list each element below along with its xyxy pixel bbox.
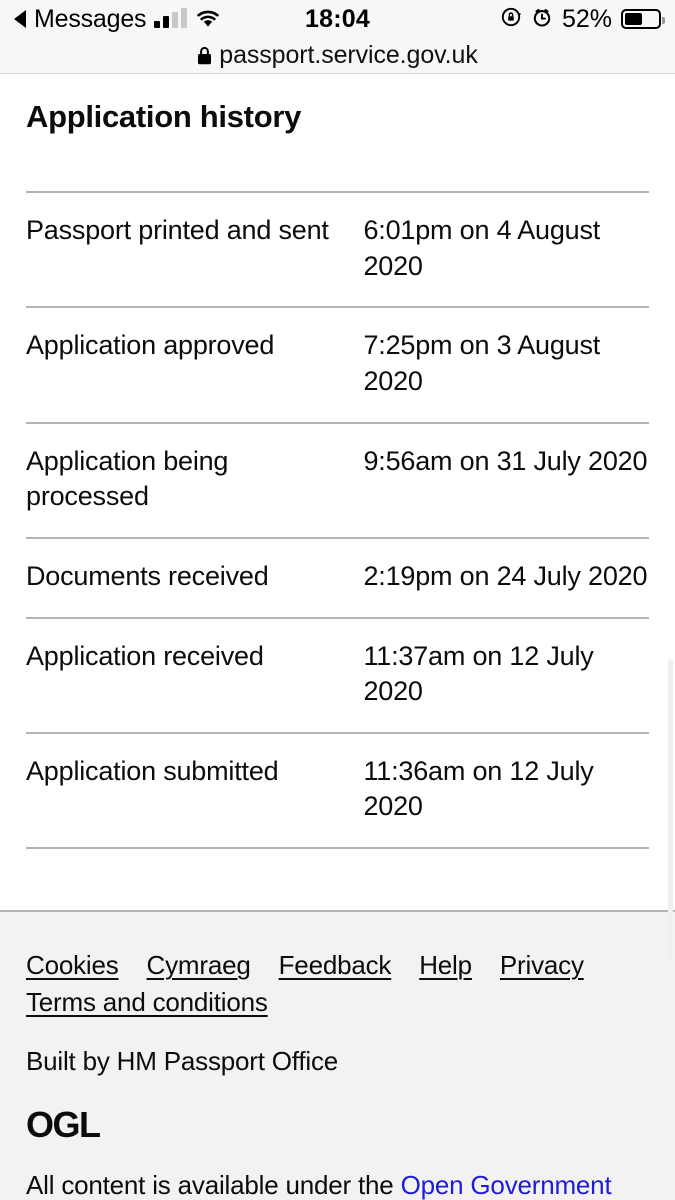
built-by-label: Built by HM Passport Office — [26, 1046, 339, 1076]
table-row: Application approved 7:25pm on 3 August … — [26, 306, 649, 423]
footer-link-help[interactable]: Help — [419, 950, 472, 981]
history-event-label: Passport printed and sent — [26, 215, 329, 246]
licence-text: All content is available under the Open … — [26, 1169, 649, 1200]
history-event-label: Application received — [26, 616, 364, 733]
page-scroll-area[interactable]: Application history Passport printed and… — [0, 74, 675, 1200]
footer-links: Cookies Cymraeg Feedback Help Privacy Te… — [26, 950, 586, 1018]
back-triangle-icon[interactable] — [14, 10, 26, 28]
footer-link-terms-and-conditions[interactable]: Terms and conditions — [26, 987, 268, 1018]
footer-link-privacy[interactable]: Privacy — [500, 950, 584, 981]
table-row: Passport printed and sent 6:01pm on 4 Au… — [26, 192, 649, 307]
battery-percent-label: 52% — [561, 4, 612, 33]
history-event-time: 6:01pm on 4 August 2020 — [363, 215, 601, 281]
history-event-time: 7:25pm on 3 August 2020 — [363, 306, 649, 423]
open-government-licence-link[interactable]: Open Government — [401, 1170, 612, 1200]
application-history-table: Passport printed and sent 6:01pm on 4 Au… — [26, 191, 649, 850]
rotation-lock-icon — [500, 6, 522, 33]
phone-status-bar: Messages 18:04 52% — [0, 0, 675, 38]
table-row: Application submitted 11:36am on 12 July… — [26, 731, 649, 849]
cellular-signal-icon — [154, 8, 188, 28]
table-row: Application received 11:37am on 12 July … — [26, 616, 649, 733]
wifi-icon — [195, 9, 221, 29]
site-footer: Cookies Cymraeg Feedback Help Privacy Te… — [0, 910, 675, 1200]
page-title: Application history — [26, 99, 302, 134]
footer-link-feedback[interactable]: Feedback — [279, 950, 392, 981]
lock-icon — [197, 46, 212, 65]
history-event-time: 11:36am on 12 July 2020 — [363, 731, 649, 849]
history-event-label: Application being processed — [26, 421, 364, 538]
history-event-time: 9:56am on 31 July 2020 — [363, 421, 649, 538]
history-event-label: Documents received — [26, 536, 364, 618]
main-content: Application history Passport printed and… — [0, 74, 675, 910]
footer-link-cookies[interactable]: Cookies — [26, 950, 119, 981]
history-event-label: Application approved — [26, 306, 364, 423]
footer-link-cymraeg[interactable]: Cymraeg — [147, 950, 251, 981]
table-row: Application being processed 9:56am on 31… — [26, 421, 649, 538]
history-event-label: Application submitted — [26, 731, 364, 849]
url-text[interactable]: passport.service.gov.uk — [219, 41, 478, 70]
back-to-app-label[interactable]: Messages — [34, 5, 147, 34]
table-row: Documents received 2:19pm on 24 July 202… — [26, 536, 649, 618]
licence-prefix: All content is available under the — [26, 1170, 401, 1200]
ogl-logo: OGL — [26, 1104, 101, 1145]
history-event-time: 2:19pm on 24 July 2020 — [363, 536, 649, 618]
battery-icon — [621, 9, 665, 29]
alarm-clock-icon — [531, 6, 553, 33]
history-event-time: 11:37am on 12 July 2020 — [363, 616, 649, 733]
application-history-body: Passport printed and sent 6:01pm on 4 Au… — [26, 192, 649, 849]
scrollbar[interactable] — [668, 659, 673, 959]
status-bar-left-group: Messages — [14, 5, 221, 34]
browser-url-bar[interactable]: passport.service.gov.uk — [0, 38, 675, 74]
status-bar-right-group: 52% — [500, 4, 665, 34]
